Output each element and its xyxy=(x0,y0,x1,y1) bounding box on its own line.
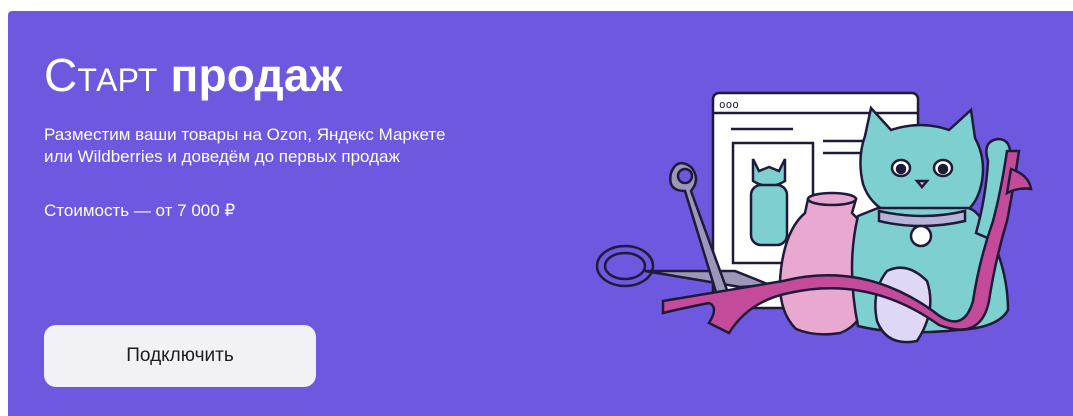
illustration-cat-scissors: ooo xyxy=(595,91,1033,344)
connect-button[interactable]: Подключить xyxy=(44,325,316,387)
banner-price: Стоимость — от 7 000 ₽ xyxy=(44,201,236,220)
banner-title-part1: Старт xyxy=(44,49,158,101)
banner-description: Разместим ваши товары на Ozon, Яндекс Ма… xyxy=(44,124,564,168)
banner-title: Старт продаж xyxy=(44,52,342,98)
banner-title-part2: продаж xyxy=(170,49,343,101)
banner-description-line2: или Wildberries и доведём до первых прод… xyxy=(44,147,400,166)
banner-description-line1: Разместим ваши товары на Ozon, Яндекс Ма… xyxy=(44,125,446,144)
browser-dots: ooo xyxy=(719,98,739,111)
promo-banner: Старт продаж Разместим ваши товары на Oz… xyxy=(8,11,1073,416)
